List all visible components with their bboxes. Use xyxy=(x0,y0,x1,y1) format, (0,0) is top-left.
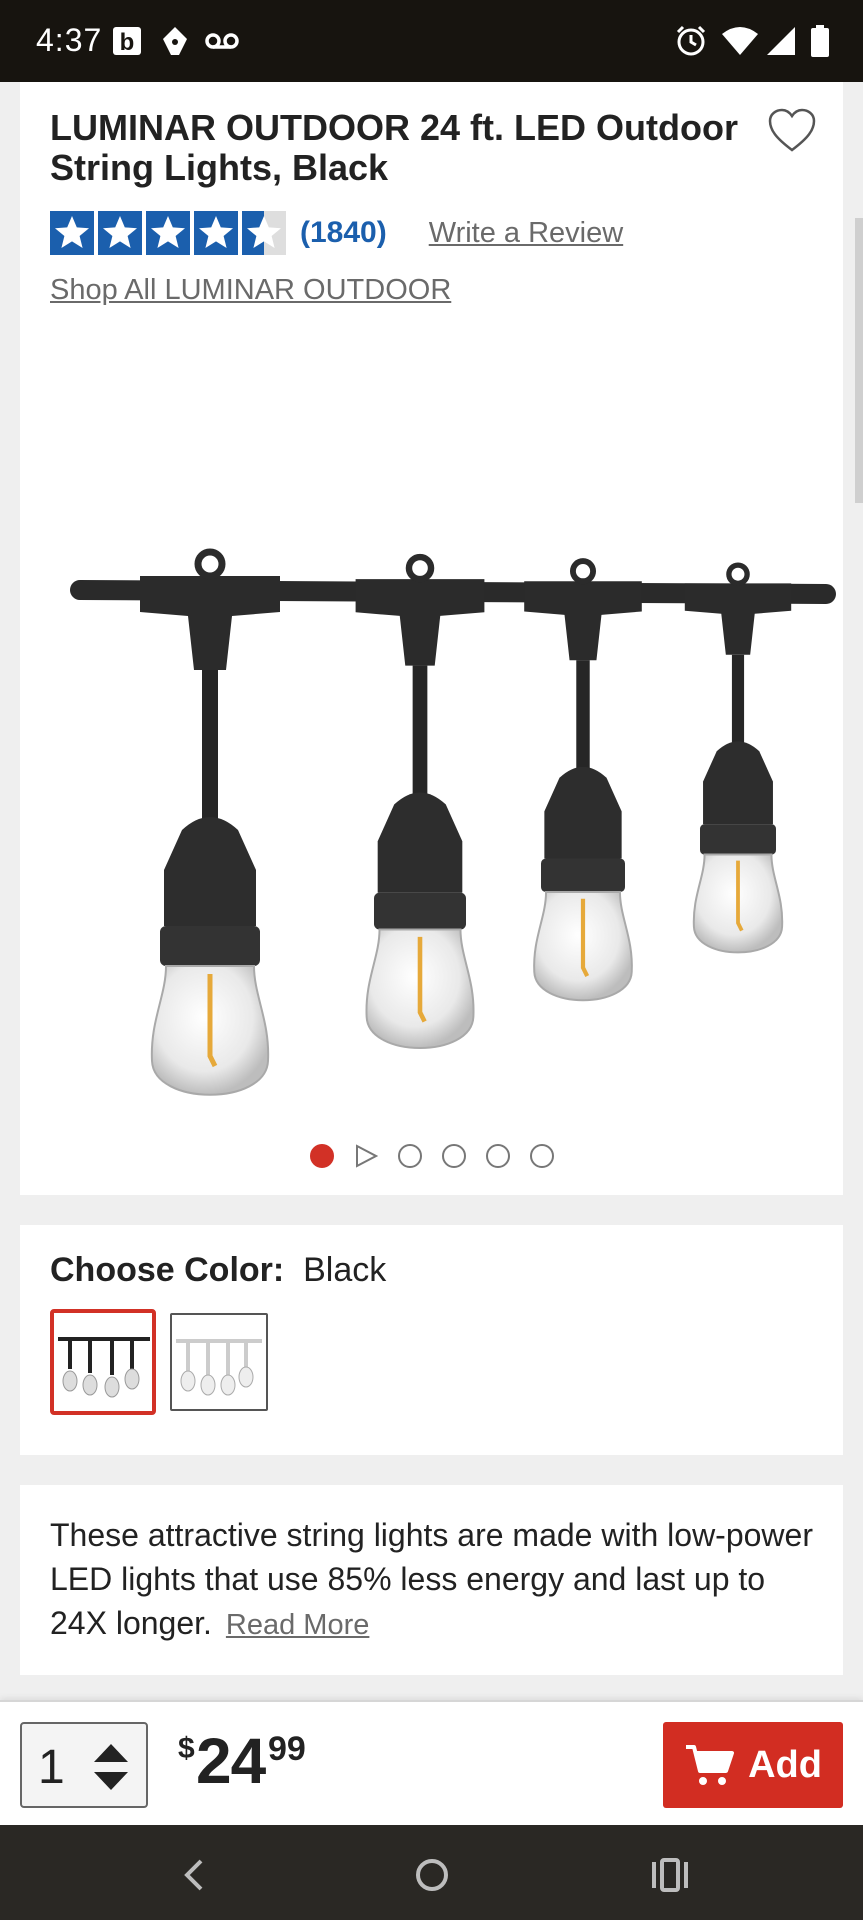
carousel-dot[interactable] xyxy=(442,1144,466,1168)
star-icon xyxy=(98,211,142,255)
recents-button[interactable] xyxy=(642,1847,698,1903)
carousel-dot[interactable] xyxy=(486,1144,510,1168)
product-card: LUMINAR OUTDOOR 24 ft. LED Outdoor Strin… xyxy=(20,82,843,1195)
bulb-wire xyxy=(576,660,590,778)
status-bar: 4:37 b xyxy=(0,0,863,82)
price-currency: $ xyxy=(178,1732,195,1765)
purchase-bar: 1 $ 24 99 Add xyxy=(0,1700,863,1825)
b-notification-icon: b xyxy=(110,22,144,60)
product-description: These attractive string lights are made … xyxy=(50,1513,820,1647)
color-card: Choose Color: Black xyxy=(20,1225,843,1455)
bulb-socket-ring xyxy=(700,824,776,855)
bulb-wire xyxy=(412,665,428,805)
bulb-socket-ring xyxy=(374,892,466,930)
alarm-icon xyxy=(672,22,710,60)
bulb-socket xyxy=(164,817,256,926)
hanging-loop xyxy=(194,548,226,580)
bulb-socket xyxy=(377,792,463,893)
product-title: LUMINAR OUTDOOR 24 ft. LED Outdoor Strin… xyxy=(50,108,740,188)
product-brand: LUMINAR OUTDOOR xyxy=(50,107,410,148)
bulb-wire xyxy=(731,654,745,752)
carousel-dot[interactable] xyxy=(530,1144,554,1168)
back-button[interactable] xyxy=(166,1847,222,1903)
bulb-connector xyxy=(684,583,792,655)
description-card: These attractive string lights are made … xyxy=(20,1485,843,1675)
product-image[interactable] xyxy=(50,442,840,1142)
review-count-link[interactable]: (1840) xyxy=(300,216,387,250)
battery-icon xyxy=(808,22,832,60)
cell-signal-icon xyxy=(764,22,798,60)
home-button[interactable] xyxy=(404,1847,460,1903)
favorite-button[interactable] xyxy=(768,108,816,154)
write-review-link[interactable]: Write a Review xyxy=(429,217,623,250)
status-time: 4:37 xyxy=(36,22,103,58)
black-lights-thumbnail xyxy=(58,1337,150,1398)
bulb-socket xyxy=(544,766,622,859)
home-icon xyxy=(416,1859,448,1891)
heart-icon xyxy=(768,108,816,152)
add-to-cart-button[interactable]: Add xyxy=(663,1722,843,1808)
star-icon xyxy=(242,211,286,255)
wifi-icon xyxy=(720,22,760,60)
color-swatch-black[interactable] xyxy=(50,1309,156,1415)
star-icon xyxy=(50,211,94,255)
string-lights-illustration xyxy=(70,548,836,1096)
hanging-loop xyxy=(405,553,435,583)
price-dollars: 24 xyxy=(196,1725,266,1797)
android-nav-bar xyxy=(0,1825,863,1920)
star-rating[interactable] xyxy=(50,211,286,255)
hanging-loop xyxy=(726,562,750,587)
rating-row: (1840) Write a Review xyxy=(50,210,623,256)
hanging-loop xyxy=(569,558,597,585)
bulb-socket xyxy=(703,741,773,825)
quantity-stepper-icon[interactable] xyxy=(90,1738,132,1796)
cart-icon xyxy=(686,1745,735,1785)
recents-icon xyxy=(652,1858,688,1892)
image-carousel-dots xyxy=(310,1140,554,1172)
voicemail-icon xyxy=(202,22,242,60)
color-label: Choose Color: Black xyxy=(50,1251,386,1290)
back-icon xyxy=(184,1859,203,1891)
add-button-label: Add xyxy=(748,1743,822,1786)
bulb-socket-ring xyxy=(541,858,625,893)
white-lights-thumbnail xyxy=(176,1339,262,1396)
scrollbar-thumb[interactable] xyxy=(855,218,863,503)
price-cents: 99 xyxy=(268,1730,306,1768)
read-more-link[interactable]: Read More xyxy=(226,1609,369,1641)
carousel-dot[interactable] xyxy=(310,1144,334,1168)
quantity-value: 1 xyxy=(38,1741,65,1794)
bulb-connector xyxy=(524,581,642,661)
shop-all-brand-link[interactable]: Shop All LUMINAR OUTDOOR xyxy=(50,274,451,307)
quantity-selector[interactable]: 1 xyxy=(20,1722,148,1808)
choose-color-label: Choose Color: xyxy=(50,1251,285,1289)
star-icon xyxy=(194,211,238,255)
bulb-connector xyxy=(355,579,485,666)
video-play-icon[interactable] xyxy=(354,1144,379,1168)
star-icon xyxy=(146,211,190,255)
pen-icon xyxy=(158,22,192,60)
color-swatch-white[interactable] xyxy=(170,1313,268,1411)
carousel-dot[interactable] xyxy=(398,1144,422,1168)
b-glyph: b xyxy=(120,29,135,56)
bulb-connector xyxy=(140,576,280,670)
bulb-wire xyxy=(202,670,218,830)
selected-color: Black xyxy=(303,1251,387,1289)
description-text: These attractive string lights are made … xyxy=(50,1517,813,1641)
bulb-socket-ring xyxy=(160,926,260,966)
